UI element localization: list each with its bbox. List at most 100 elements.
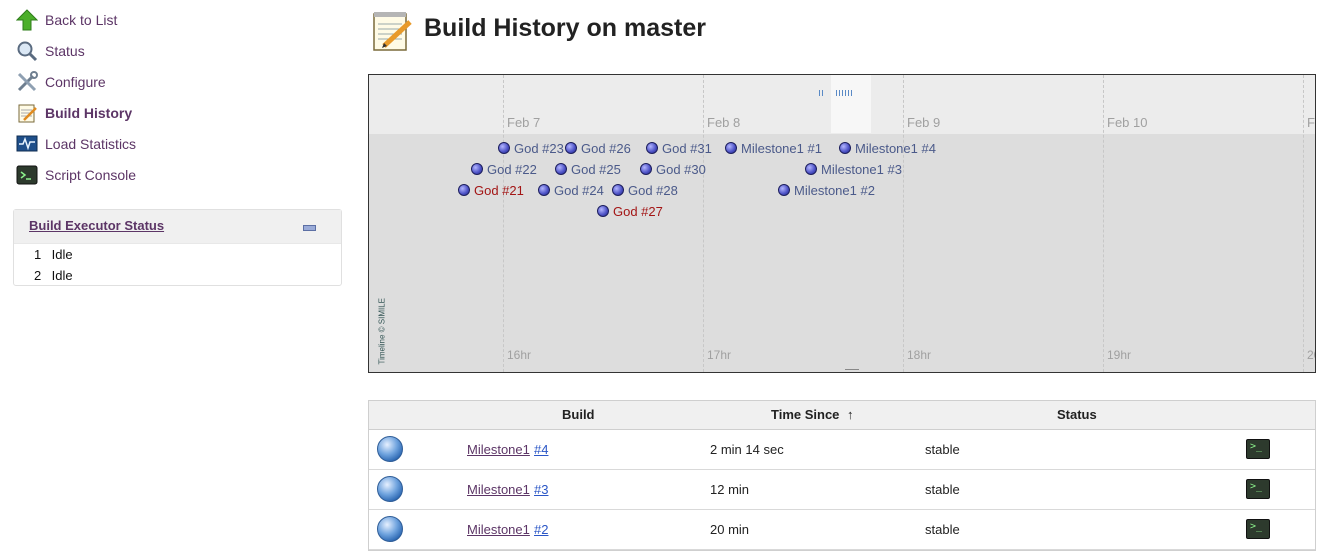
timeline-overview-tick <box>836 90 837 96</box>
task-label[interactable]: Status <box>45 43 85 59</box>
task-label[interactable]: Build History <box>45 105 132 121</box>
timeline-overview-tick <box>839 90 840 96</box>
executor-row: 2 Idle <box>34 268 73 283</box>
blue-ball-status-icon[interactable] <box>377 516 403 542</box>
timeline-credit: Timeline © SIMILE <box>377 297 387 365</box>
task-build-history[interactable]: Build History <box>16 101 132 125</box>
timeline-event-label[interactable]: Milestone1 #3 <box>821 162 902 177</box>
timeline-event[interactable]: Milestone1 #1 <box>725 140 822 156</box>
task-label[interactable]: Configure <box>45 74 106 90</box>
executor-number: 2 <box>34 268 42 283</box>
job-name-link[interactable]: Milestone1 <box>467 442 530 457</box>
table-row: Milestone1 #2 20 min stable <box>369 510 1315 550</box>
timeline-event[interactable]: God #22 <box>471 161 537 177</box>
table-row: Milestone1 #4 2 min 14 sec stable <box>369 430 1315 470</box>
build-number-link[interactable]: #2 <box>534 522 548 537</box>
build-dot-icon <box>498 142 510 154</box>
blue-ball-status-icon[interactable] <box>377 476 403 502</box>
timeline-event-label[interactable]: God #22 <box>487 162 537 177</box>
timeline-event-label[interactable]: Milestone1 #1 <box>741 141 822 156</box>
timeline-event-label[interactable]: God #30 <box>656 162 706 177</box>
timeline-date-label: Feb 10 <box>1107 115 1148 130</box>
timeline-hour-label: 17hr <box>707 348 732 362</box>
column-header-time-since[interactable]: Time Since ↑ <box>771 407 854 422</box>
timeline-event[interactable]: God #26 <box>565 140 631 156</box>
timeline-event[interactable]: God #27 <box>597 203 663 219</box>
timeline-resize-handle[interactable] <box>845 369 859 372</box>
timeline-event-label[interactable]: God #23 <box>514 141 564 156</box>
column-header-time-label: Time Since <box>771 407 840 422</box>
timeline-hour-label: 18hr <box>907 348 932 362</box>
column-header-build[interactable]: Build <box>562 407 595 422</box>
timeline-event-label[interactable]: God #28 <box>628 183 678 198</box>
terminal-icon <box>16 164 38 186</box>
timeline-event[interactable]: God #28 <box>612 182 678 198</box>
timeline-overview-tick <box>842 90 843 96</box>
up-arrow-icon <box>15 9 39 31</box>
build-number-link[interactable]: #3 <box>534 482 548 497</box>
build-timeline[interactable]: Feb 7 Feb 8 Feb 9 Feb 10 F 16hr 17hr 18h… <box>368 74 1316 373</box>
task-label[interactable]: Script Console <box>45 167 136 183</box>
build-dot-icon <box>597 205 609 217</box>
collapse-icon[interactable] <box>303 225 316 231</box>
executor-state: Idle <box>51 247 73 262</box>
time-since: 12 min <box>710 482 750 497</box>
build-dot-icon <box>640 163 652 175</box>
timeline-hour-label: 19hr <box>1107 348 1132 362</box>
column-header-status[interactable]: Status <box>1057 407 1097 422</box>
build-status: stable <box>925 442 960 457</box>
build-dot-icon <box>555 163 567 175</box>
timeline-gridline <box>1303 75 1304 372</box>
timeline-event[interactable]: God #23 <box>498 140 564 156</box>
timeline-event[interactable]: God #24 <box>538 182 604 198</box>
timeline-event[interactable]: God #25 <box>555 161 621 177</box>
build-number-link[interactable]: #4 <box>534 442 548 457</box>
task-back-to-list[interactable]: Back to List <box>15 8 117 32</box>
executor-state: Idle <box>51 268 73 283</box>
sort-arrow-icon: ↑ <box>847 407 854 422</box>
timeline-event-label[interactable]: God #26 <box>581 141 631 156</box>
timeline-event-label[interactable]: God #24 <box>554 183 604 198</box>
task-configure[interactable]: Configure <box>16 70 106 94</box>
build-history-table: Build Time Since ↑ Status Milestone1 #4 … <box>368 400 1316 551</box>
build-dot-icon <box>565 142 577 154</box>
timeline-event-label[interactable]: Milestone1 #4 <box>855 141 936 156</box>
task-script-console[interactable]: Script Console <box>16 163 136 187</box>
blue-ball-status-icon[interactable] <box>377 436 403 462</box>
task-load-statistics[interactable]: Load Statistics <box>16 132 136 156</box>
executor-title-link[interactable]: Build Executor Status <box>29 218 164 233</box>
timeline-event-label[interactable]: God #31 <box>662 141 712 156</box>
timeline-date-label: F <box>1307 115 1315 130</box>
console-output-icon[interactable] <box>1246 479 1270 499</box>
timeline-gridline <box>703 75 704 372</box>
console-output-icon[interactable] <box>1246 439 1270 459</box>
timeline-overview-tick <box>851 90 852 96</box>
timeline-event[interactable]: God #30 <box>640 161 706 177</box>
job-name-link[interactable]: Milestone1 <box>467 522 530 537</box>
timeline-gridline <box>903 75 904 372</box>
executor-header: Build Executor Status <box>14 210 341 244</box>
timeline-event-label[interactable]: God #25 <box>571 162 621 177</box>
timeline-event[interactable]: Milestone1 #2 <box>778 182 875 198</box>
timeline-event-label[interactable]: God #27 <box>613 204 663 219</box>
task-status[interactable]: Status <box>16 39 85 63</box>
console-output-icon[interactable] <box>1246 519 1270 539</box>
timeline-event-label[interactable]: Milestone1 #2 <box>794 183 875 198</box>
build-dot-icon <box>805 163 817 175</box>
build-dot-icon <box>612 184 624 196</box>
timeline-viewport-highlight[interactable] <box>831 75 871 133</box>
timeline-event[interactable]: God #31 <box>646 140 712 156</box>
task-label[interactable]: Back to List <box>45 12 117 28</box>
task-label[interactable]: Load Statistics <box>45 136 136 152</box>
job-name-link[interactable]: Milestone1 <box>467 482 530 497</box>
table-header: Build Time Since ↑ Status <box>369 401 1315 430</box>
timeline-event[interactable]: Milestone1 #4 <box>839 140 936 156</box>
timeline-event[interactable]: God #21 <box>458 182 524 198</box>
timeline-date-label: Feb 9 <box>907 115 941 130</box>
timeline-event-label[interactable]: God #21 <box>474 183 524 198</box>
timeline-event[interactable]: Milestone1 #3 <box>805 161 902 177</box>
timeline-date-label: Feb 8 <box>707 115 741 130</box>
executor-row: 1 Idle <box>34 247 73 262</box>
magnifier-icon <box>16 40 38 62</box>
timeline-hour-label: 20 <box>1307 348 1315 362</box>
